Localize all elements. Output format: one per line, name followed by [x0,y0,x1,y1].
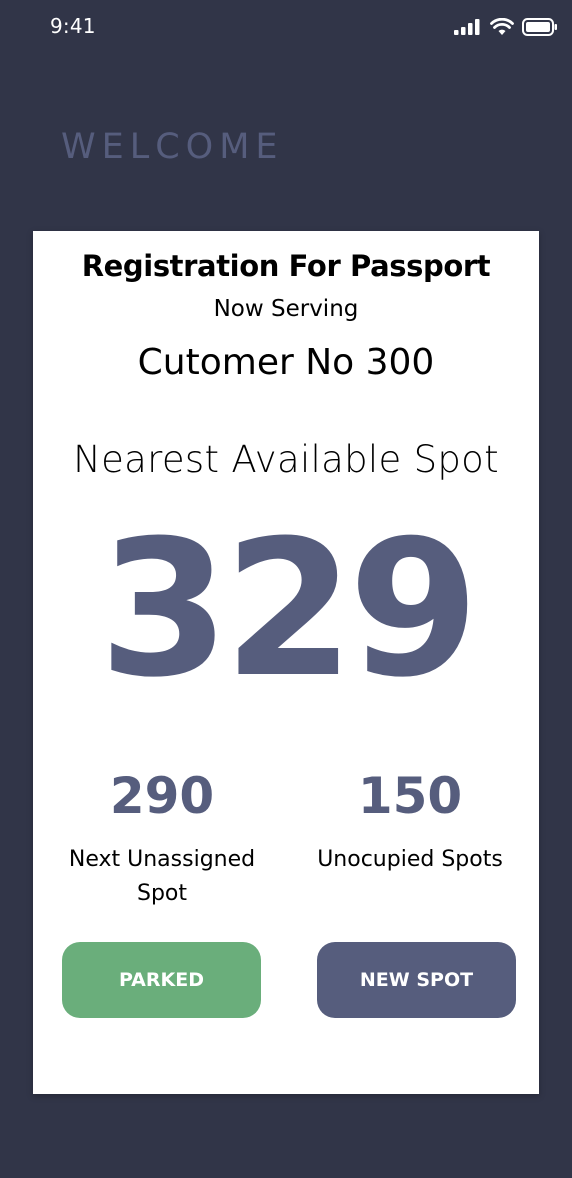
welcome-heading: WELCOME [61,127,284,167]
new-spot-button[interactable]: NEW SPOT [317,942,516,1018]
wifi-icon [490,18,514,35]
status-bar: 9:41 [0,0,572,56]
stat-next-unassigned: 290 Next Unassigned Spot [47,771,277,911]
stat-unoccupied: 150 Unocupied Spots [295,771,525,877]
stat-label: Unocupied Spots [317,847,503,872]
status-icons [454,18,558,36]
parked-button[interactable]: PARKED [62,942,261,1018]
spot-card: Registration For Passport Now Serving Cu… [33,231,539,1094]
now-serving-label: Now Serving [213,296,359,322]
card-title: Registration For Passport [81,249,491,283]
stat-value: 290 [109,767,215,825]
stat-value: 150 [357,767,463,825]
battery-icon [522,18,557,36]
status-time: 9:41 [50,14,96,38]
nearest-spot-label: Nearest Available Spot [73,438,499,481]
customer-number: Cutomer No 300 [137,342,435,383]
nearest-spot-number: 329 [98,500,479,719]
cellular-signal-icon [454,19,480,35]
stat-label: Next Unassigned Spot [68,847,256,906]
